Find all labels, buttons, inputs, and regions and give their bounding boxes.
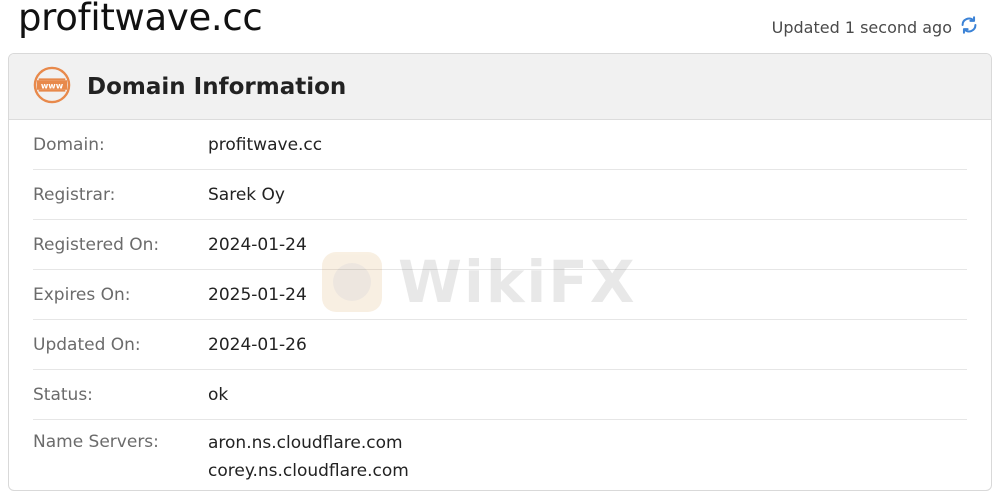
row-registered-on: Registered On: 2024-01-24 <box>33 220 967 270</box>
name-server: corey.ns.cloudflare.com <box>208 461 409 481</box>
domain-info-card: www Domain Information Domain: profitwav… <box>8 53 992 491</box>
row-label: Status: <box>33 384 93 405</box>
row-registrar: Registrar: Sarek Oy <box>33 170 967 220</box>
www-icon: www <box>33 66 87 108</box>
row-domain: Domain: profitwave.cc <box>33 120 967 170</box>
row-label: Registrar: <box>33 184 116 205</box>
card-header: www Domain Information <box>9 54 991 120</box>
row-label: Updated On: <box>33 334 141 355</box>
site-title: profitwave.cc <box>18 0 263 39</box>
row-status: Status: ok <box>33 370 967 420</box>
row-expires-on: Expires On: 2025-01-24 <box>33 270 967 320</box>
updated-status: Updated 1 second ago <box>772 14 980 40</box>
row-value: ok <box>208 384 229 405</box>
row-value: 2024-01-24 <box>208 234 307 255</box>
row-label: Registered On: <box>33 234 160 255</box>
info-rows: Domain: profitwave.cc Registrar: Sarek O… <box>9 120 991 485</box>
row-value: profitwave.cc <box>208 134 323 155</box>
row-updated-on: Updated On: 2024-01-26 <box>33 320 967 370</box>
name-server-list: aron.ns.cloudflare.com corey.ns.cloudfla… <box>208 429 409 485</box>
row-value: 2024-01-26 <box>208 334 307 355</box>
name-server: aron.ns.cloudflare.com <box>208 433 403 453</box>
row-label: Domain: <box>33 134 105 155</box>
row-label: Name Servers: <box>33 432 159 452</box>
row-label: Expires On: <box>33 284 131 305</box>
row-value: Sarek Oy <box>208 184 285 205</box>
updated-text: Updated 1 second ago <box>771 17 952 37</box>
page: profitwave.cc Updated 1 second ago www D… <box>0 0 994 493</box>
row-name-servers: Name Servers: aron.ns.cloudflare.com cor… <box>33 420 967 485</box>
refresh-icon[interactable] <box>958 14 980 40</box>
card-title: Domain Information <box>87 73 347 100</box>
svg-text:www: www <box>41 81 64 90</box>
row-value: 2025-01-24 <box>208 284 307 305</box>
